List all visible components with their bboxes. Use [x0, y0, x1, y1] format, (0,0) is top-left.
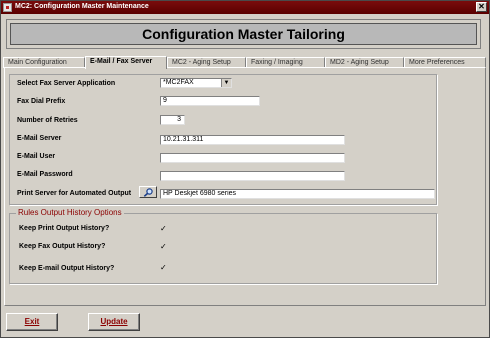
update-button[interactable]: Update — [88, 313, 140, 331]
retries-label: Number of Retries — [17, 117, 78, 124]
fax-prefix-input[interactable]: 9 — [160, 96, 260, 106]
app-window: MC2: Configuration Master Maintenance ✕ … — [0, 0, 490, 338]
chevron-down-icon[interactable]: ▼ — [221, 79, 231, 87]
fax-app-label: Select Fax Server Application — [17, 80, 116, 87]
rules-history-title: Rules Output History Options — [16, 208, 124, 217]
app-icon — [3, 3, 12, 12]
page-header-panel: Configuration Master Tailoring — [10, 23, 477, 45]
page-header: Configuration Master Tailoring — [6, 19, 481, 49]
page-title: Configuration Master Tailoring — [142, 26, 345, 42]
email-server-label: E-Mail Server — [17, 135, 62, 142]
exit-button[interactable]: Exit — [6, 313, 58, 331]
fax-history-label: Keep Fax Output History? — [19, 243, 106, 250]
email-server-input[interactable]: 10.21.31.311 — [160, 135, 345, 145]
print-history-label: Keep Print Output History? — [19, 225, 110, 232]
print-server-search-button[interactable] — [139, 186, 157, 198]
close-button[interactable]: ✕ — [476, 2, 487, 12]
window-title: MC2: Configuration Master Maintenance — [15, 3, 149, 10]
email-user-label: E-Mail User — [17, 153, 56, 160]
email-history-label: Keep E-mail Output History? — [19, 265, 115, 272]
email-user-input[interactable] — [160, 153, 345, 163]
print-history-checkbox[interactable]: ✓ — [160, 225, 168, 233]
email-password-label: E-Mail Password — [17, 171, 73, 178]
retries-input[interactable]: 3 — [160, 115, 185, 125]
email-password-input[interactable] — [160, 171, 345, 181]
title-bar: MC2: Configuration Master Maintenance ✕ — [1, 1, 489, 14]
fax-history-checkbox[interactable]: ✓ — [160, 243, 168, 251]
fax-app-value: *MC2FAX — [163, 79, 194, 86]
tab-email-fax-server[interactable]: E-Mail / Fax Server — [85, 56, 167, 69]
email-history-checkbox[interactable]: ✓ — [160, 264, 168, 272]
fax-app-select[interactable]: *MC2FAX ▼ — [160, 78, 232, 88]
fax-prefix-label: Fax Dial Prefix — [17, 98, 66, 105]
magnifier-icon — [143, 188, 153, 197]
print-server-label: Print Server for Automated Output — [17, 190, 132, 197]
close-icon: ✕ — [478, 2, 485, 11]
print-server-input[interactable]: HP Deskjet 6980 series — [160, 189, 435, 199]
